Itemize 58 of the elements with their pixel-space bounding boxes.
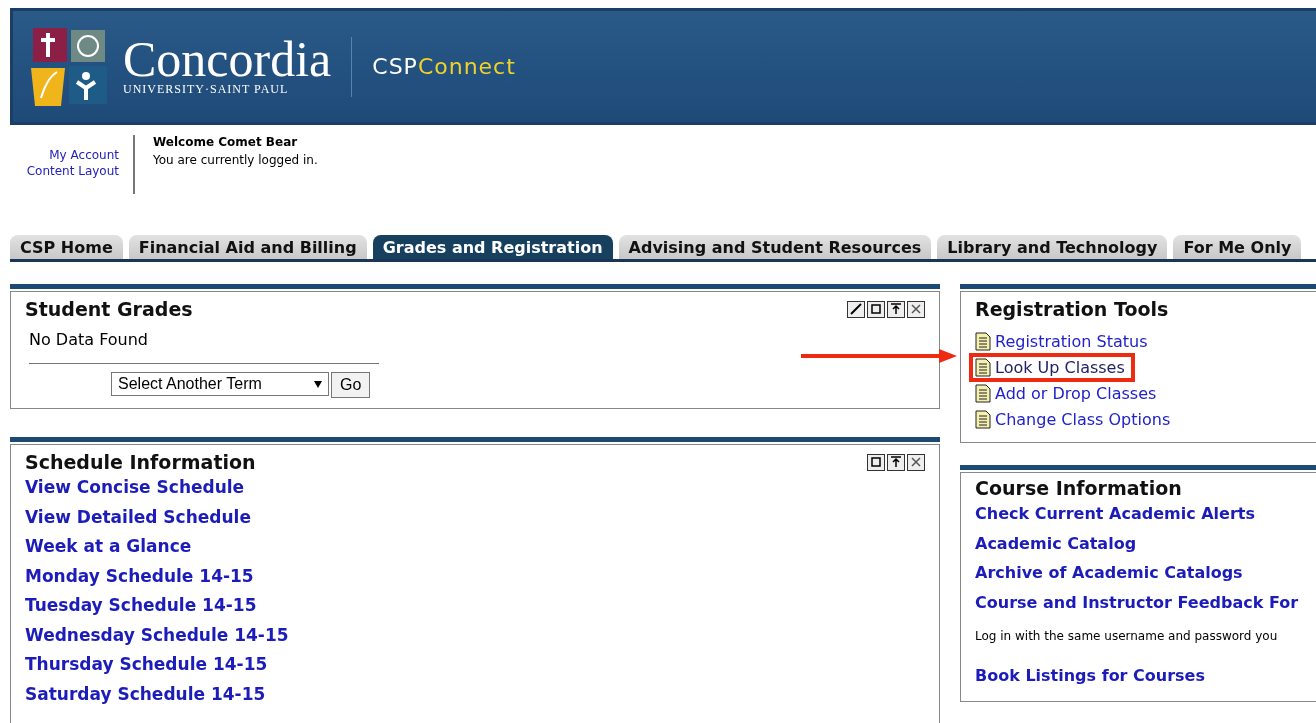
move-up-button[interactable]	[887, 453, 905, 471]
caret-icon	[314, 380, 322, 388]
course-link[interactable]: Academic Catalog	[975, 528, 1137, 558]
arrow-up-icon	[890, 456, 902, 468]
schedule-link[interactable]: Saturday Schedule 14-15	[25, 679, 266, 709]
registration-link[interactable]: Add or Drop Classes	[973, 382, 1163, 404]
schedule-link[interactable]: Week at a Glance	[25, 532, 192, 562]
registration-link[interactable]: Look Up Classes	[973, 356, 1131, 378]
panel-title: Registration Tools	[975, 298, 1170, 320]
move-up-button[interactable]	[887, 300, 905, 318]
document-icon	[975, 383, 991, 403]
account-link[interactable]: My Account	[49, 147, 119, 163]
registration-link[interactable]: Registration Status	[973, 330, 1154, 352]
document-icon	[975, 357, 991, 377]
restore-button[interactable]	[867, 453, 885, 471]
panel-title: Student Grades	[25, 298, 193, 320]
nav-tab[interactable]: CSP Home	[10, 235, 123, 259]
nav-tab[interactable]: Library and Technology	[937, 235, 1168, 259]
course-link[interactable]: Course and Instructor Feedback For	[975, 587, 1299, 617]
close-button[interactable]	[907, 453, 925, 471]
course-link[interactable]: Book Listings for Courses	[975, 661, 1205, 691]
edit-button[interactable]	[847, 300, 865, 318]
empty-message: No Data Found	[29, 330, 149, 349]
nav-tab[interactable]: For Me Only	[1173, 235, 1302, 259]
nav-tab[interactable]: Financial Aid and Billing	[128, 235, 367, 259]
square-icon	[870, 456, 882, 468]
course-link[interactable]: Archive of Academic Catalogs	[975, 558, 1243, 588]
schedule-link[interactable]: Wednesday Schedule 14-15	[25, 620, 289, 650]
app-name-prefix: CSP	[372, 54, 418, 79]
pencil-icon	[850, 303, 862, 315]
app-name-suffix: Connect	[417, 54, 516, 79]
term-select[interactable]: Select Another Term	[111, 372, 329, 396]
logo-subtitle: UNIVERSITY·SAINT PAUL	[123, 82, 290, 97]
arrow-up-icon	[890, 303, 902, 315]
document-icon	[975, 331, 991, 351]
registration-link[interactable]: Change Class Options	[973, 408, 1177, 430]
logo-name: Concordia	[123, 36, 332, 82]
account-link[interactable]: Content Layout	[26, 163, 119, 179]
welcome-title: Welcome Comet Bear	[153, 135, 299, 149]
panel-title: Course Information	[975, 477, 1183, 499]
square-icon	[870, 303, 882, 315]
course-link[interactable]: Check Current Academic Alerts	[975, 499, 1255, 529]
go-button[interactable]: Go	[331, 372, 371, 398]
document-icon	[975, 409, 991, 429]
schedule-link[interactable]: Thursday Schedule 14-15	[25, 650, 268, 680]
schedule-link[interactable]: View Detailed Schedule	[25, 502, 251, 532]
panel-title: Schedule Information	[25, 451, 256, 473]
close-icon	[910, 303, 922, 315]
restore-button[interactable]	[867, 300, 885, 318]
login-status: You are currently logged in.	[153, 153, 318, 167]
schedule-link[interactable]: Monday Schedule 14-15	[25, 561, 254, 591]
schedule-link[interactable]: Tuesday Schedule 14-15	[25, 591, 257, 621]
close-button[interactable]	[907, 300, 925, 318]
close-icon	[910, 456, 922, 468]
nav-tab[interactable]: Advising and Student Resources	[618, 235, 932, 259]
schedule-link[interactable]: View Concise Schedule	[25, 473, 245, 503]
login-note: Log in with the same username and password you	[975, 629, 1279, 643]
nav-tab[interactable]: Grades and Registration	[372, 235, 613, 259]
